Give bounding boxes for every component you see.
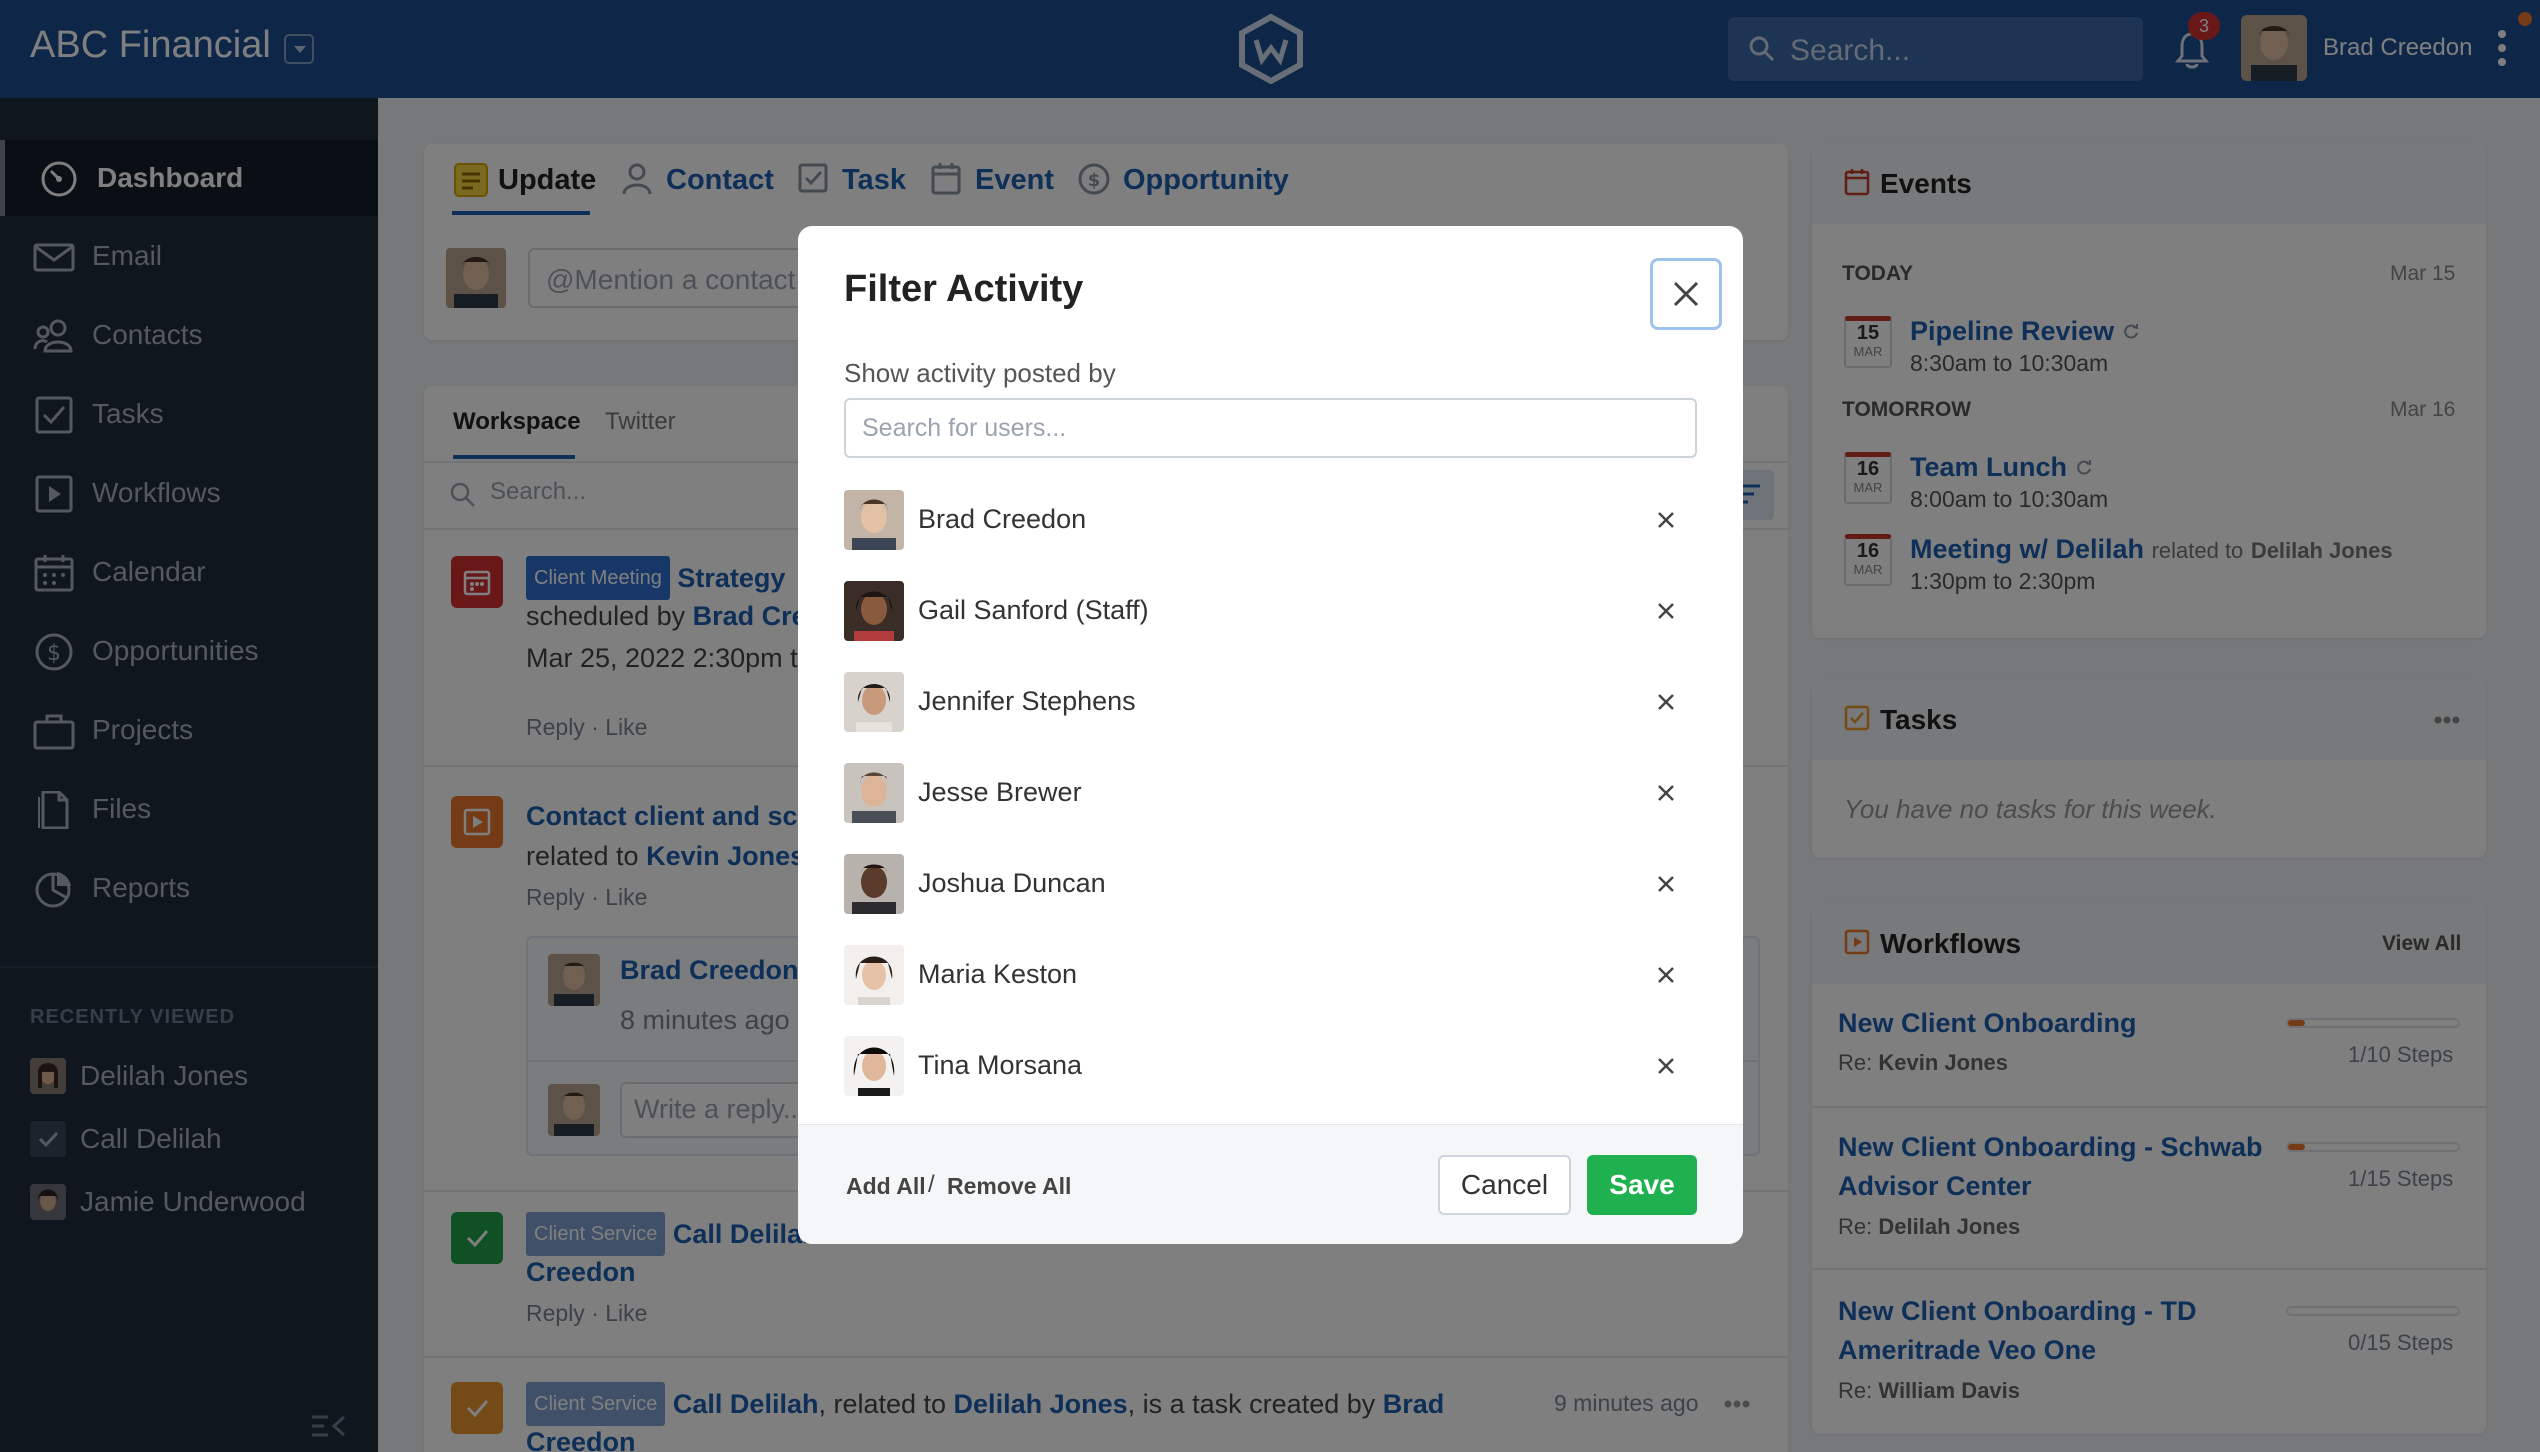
user-search-input[interactable] [844, 398, 1697, 458]
remove-user-icon[interactable] [1656, 965, 1676, 985]
user-row: Tina Morsana [844, 1034, 1697, 1098]
user-name: Jennifer Stephens [918, 686, 1136, 716]
user-row: Maria Keston [844, 943, 1697, 1007]
add-all-link[interactable]: Add All [846, 1173, 926, 1200]
user-name: Brad Creedon [918, 504, 1087, 534]
user-row: Joshua Duncan [844, 852, 1697, 916]
user-avatar [844, 672, 904, 732]
remove-all-link[interactable]: Remove All [947, 1173, 1071, 1200]
user-name: Tina Morsana [918, 1050, 1083, 1080]
remove-user-icon[interactable] [1656, 601, 1676, 621]
user-avatar [844, 763, 904, 823]
cancel-button[interactable]: Cancel [1438, 1155, 1571, 1215]
link-separator: / [928, 1171, 935, 1198]
modal-footer: Add All / Remove All Cancel Save [798, 1124, 1743, 1244]
remove-user-icon[interactable] [1656, 692, 1676, 712]
user-avatar [844, 1036, 904, 1096]
modal-title: Filter Activity [844, 268, 1084, 310]
user-name: Jesse Brewer [918, 777, 1082, 807]
user-avatar [844, 490, 904, 550]
remove-user-icon[interactable] [1656, 1056, 1676, 1076]
user-row: Jennifer Stephens [844, 670, 1697, 734]
remove-user-icon[interactable] [1656, 510, 1676, 530]
user-avatar [844, 581, 904, 641]
remove-user-icon[interactable] [1656, 874, 1676, 894]
user-row: Brad Creedon [844, 488, 1697, 552]
save-button[interactable]: Save [1587, 1155, 1697, 1215]
user-name: Gail Sanford (Staff) [918, 595, 1149, 625]
filter-activity-modal: Filter Activity Show activity posted by … [798, 226, 1743, 1244]
user-avatar [844, 854, 904, 914]
user-name: Maria Keston [918, 959, 1078, 989]
modal-subtitle: Show activity posted by [844, 358, 1116, 388]
user-avatar [844, 945, 904, 1005]
close-button[interactable] [1650, 258, 1722, 330]
user-row: Gail Sanford (Staff) [844, 579, 1697, 643]
remove-user-icon[interactable] [1656, 783, 1676, 803]
close-icon [1673, 281, 1699, 307]
user-row: Jesse Brewer [844, 761, 1697, 825]
user-name: Joshua Duncan [918, 868, 1106, 898]
